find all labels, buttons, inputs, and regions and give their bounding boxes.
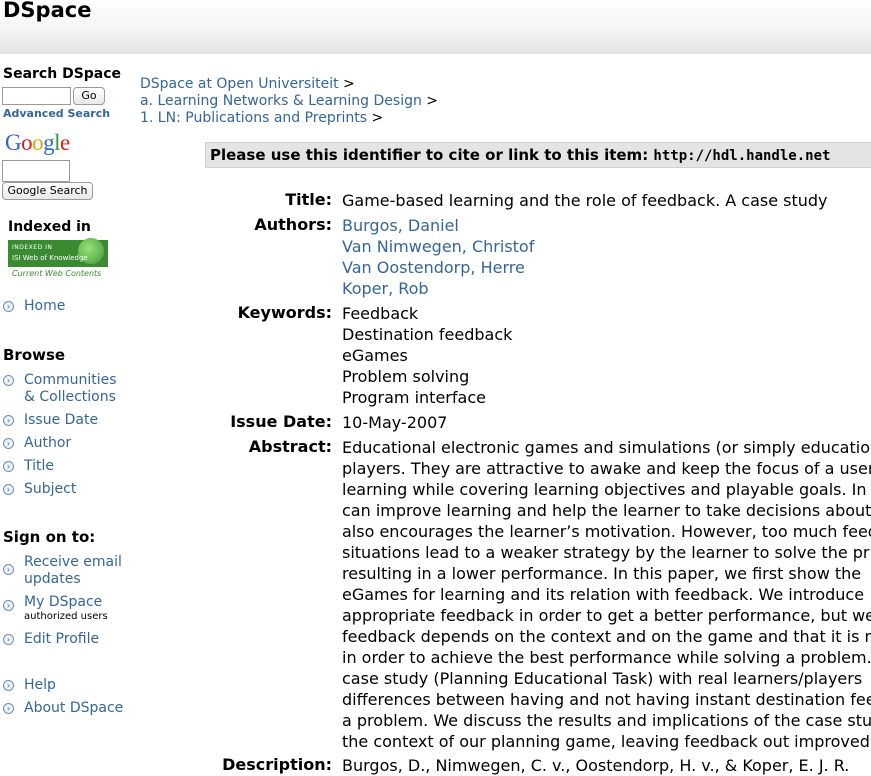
keyword: Problem solving [342,367,470,386]
abstract-line: resulting in a lower performance. In thi… [342,564,862,583]
arrow-bullet-icon: › [3,415,14,426]
keywords-label: Keywords: [237,303,332,322]
nav-receive-email-label[interactable]: Receive email [24,554,122,571]
nav-author-label[interactable]: Author [24,435,71,452]
nav-about-label[interactable]: About DSpace [24,700,123,717]
page-header: DSpace [0,0,871,54]
breadcrumb-separator: > [371,110,384,126]
sign-on-heading: Sign on to: [3,528,96,546]
isi-web-of-knowledge-badge[interactable]: INDEXED IN ISI Web of Knowledge Current … [8,238,108,280]
issue-date-label: Issue Date: [230,412,332,431]
title-label: Title: [285,190,332,209]
nav-receive-email-label-2[interactable]: updates [24,571,81,588]
keyword: Program interface [342,388,486,407]
arrow-bullet-icon: › [3,564,14,575]
google-search-button[interactable]: Google Search [2,182,93,200]
nav-communities-label[interactable]: Communities [24,372,117,389]
abstract-line: case study (Planning Educational Task) w… [342,669,863,688]
authors-label: Authors: [254,215,332,234]
arrow-bullet-icon: › [3,438,14,449]
abstract-line: players. They are attractive to awake an… [342,459,871,478]
abstract-line: eGames for learning and its relation wit… [342,585,865,604]
abstract-line: feedback depends on the context and on t… [342,627,871,646]
keyword: Destination feedback [342,325,513,344]
breadcrumb-separator: > [426,93,439,109]
isi-line1: INDEXED IN [12,244,53,251]
google-logo: Google [5,130,70,155]
abstract-line: appropriate feedback in order to get a b… [342,606,871,625]
nav-my-dspace-label[interactable]: My DSpace [24,594,102,611]
keyword: Feedback [342,304,419,323]
description-value: Burgos, D., Nimwegen, C. v., Oostendorp,… [342,756,850,775]
go-button[interactable]: Go [73,87,105,105]
abstract-line: in order to achieve the best performance… [342,648,871,667]
search-heading: Search DSpace [3,66,122,82]
isi-line3: Current Web Contents [8,267,108,280]
abstract-line: the context of our planning game, leavin… [342,732,870,751]
nav-home-label[interactable]: Home [24,298,65,315]
breadcrumb-link-collection[interactable]: 1. LN: Publications and Preprints [140,110,367,126]
breadcrumb-link-community[interactable]: DSpace at Open Universiteit [140,76,339,92]
citation-text: Please use this identifier to cite or li… [210,146,654,164]
abstract-line: situations lead to a weaker strategy by … [342,543,870,562]
indexed-in-heading: Indexed in [8,219,91,235]
abstract-line: differences between having and not havin… [342,690,871,709]
breadcrumb: DSpace at Open Universiteit > a. Learnin… [140,76,438,127]
sidebar: Search DSpace Go Advanced Search Google … [0,54,125,765]
abstract-line: a problem. We discuss the results and im… [342,711,871,730]
browse-heading: Browse [3,346,66,364]
arrow-bullet-icon: › [3,484,14,495]
abstract-line: can improve learning and help the learne… [342,501,871,520]
authorized-users-note: authorized users [24,611,108,622]
issue-date-value: 10-May-2007 [342,413,448,432]
abstract-line: learning while covering learning objecti… [342,480,867,499]
arrow-bullet-icon: › [3,634,14,645]
arrow-bullet-icon: › [3,680,14,691]
author-link[interactable]: Van Oostendorp, Herre [342,257,525,278]
breadcrumb-link-subcommunity[interactable]: a. Learning Networks & Learning Design [140,93,422,109]
citation-url[interactable]: http://hdl.handle.net [653,148,830,164]
abstract-label: Abstract: [248,437,332,456]
author-link[interactable]: Van Nimwegen, Christof [342,236,534,257]
nav-subject-label[interactable]: Subject [24,481,76,498]
arrow-bullet-icon: › [3,461,14,472]
arrow-bullet-icon: › [3,375,14,386]
nav-issue-date-label[interactable]: Issue Date [24,412,98,429]
citation-identifier-box: Please use this identifier to cite or li… [205,142,871,168]
nav-help-label[interactable]: Help [24,677,56,694]
search-input[interactable] [2,87,71,105]
arrow-bullet-icon: › [3,301,14,312]
arrow-bullet-icon: › [3,600,14,611]
arrow-bullet-icon: › [3,703,14,714]
author-link[interactable]: Burgos, Daniel [342,215,459,236]
breadcrumb-separator: > [343,76,355,92]
abstract-line: also encourages the learner’s motivation… [342,522,871,541]
isi-line2: ISI Web of Knowledge [12,254,88,262]
advanced-search-link[interactable]: Advanced Search [3,107,110,120]
nav-collections-label[interactable]: & Collections [24,389,116,406]
keyword: eGames [342,346,408,365]
nav-title-label[interactable]: Title [24,458,54,475]
nav-edit-profile-label[interactable]: Edit Profile [24,631,99,648]
author-link[interactable]: Koper, Rob [342,278,429,299]
google-search-input[interactable] [2,160,70,182]
abstract-line: Educational electronic games and simulat… [342,438,871,457]
item-title: Game-based learning and the role of feed… [342,191,828,210]
dspace-logo[interactable]: DSpace [3,0,91,22]
